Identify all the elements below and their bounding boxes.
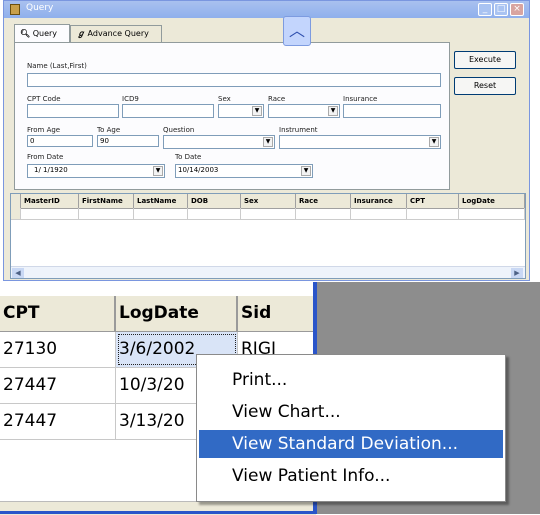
grid-cell[interactable]: [241, 208, 296, 220]
grid-cell[interactable]: [79, 208, 134, 220]
chevron-down-icon[interactable]: ▼: [263, 137, 273, 147]
name-field[interactable]: [27, 73, 441, 87]
menu-item-view-standard-deviation[interactable]: View Standard Deviation...: [199, 430, 503, 458]
question-select[interactable]: [163, 135, 275, 149]
column-header[interactable]: Insurance: [351, 194, 407, 208]
column-header[interactable]: CPT: [407, 194, 459, 208]
column-header-side[interactable]: Sid: [238, 296, 286, 331]
title-bar[interactable]: Query _ □ ×: [4, 1, 529, 18]
tab-query[interactable]: 🔍︎ Query: [14, 24, 70, 42]
window-title: Query: [26, 3, 54, 13]
to-age-field[interactable]: 90: [97, 135, 159, 147]
grid-cell[interactable]: [296, 208, 351, 220]
query-panel: Name (Last,First) CPT Code ICD9 Sex ▼ Ra…: [14, 42, 450, 190]
column-header[interactable]: Race: [296, 194, 351, 208]
chevron-down-icon[interactable]: ▼: [328, 106, 338, 116]
minimize-icon[interactable]: _: [478, 3, 492, 16]
maximize-icon[interactable]: □: [494, 3, 508, 16]
to-date-picker[interactable]: 10/14/2003: [175, 164, 313, 178]
name-label: Name (Last,First): [27, 62, 87, 70]
from-age-field[interactable]: 0: [27, 135, 93, 147]
cell-cpt[interactable]: 27447: [0, 404, 116, 439]
menu-item-view-chart[interactable]: View Chart...: [199, 398, 503, 426]
from-date-label: From Date: [27, 153, 64, 161]
insurance-field[interactable]: [343, 104, 441, 118]
instrument-select[interactable]: [279, 135, 441, 149]
column-header[interactable]: Sex: [241, 194, 296, 208]
column-header-logdate[interactable]: LogDate: [116, 296, 238, 331]
grid-cell[interactable]: [351, 208, 407, 220]
cpt-code-label: CPT Code: [27, 95, 61, 103]
icd9-field[interactable]: [122, 104, 214, 118]
column-header[interactable]: FirstName: [79, 194, 134, 208]
to-age-label: To Age: [97, 126, 121, 134]
cell-cpt[interactable]: 27130: [0, 332, 116, 367]
menu-item-view-patient-info[interactable]: View Patient Info...: [199, 462, 503, 490]
reset-button[interactable]: Reset: [454, 77, 516, 95]
question-label: Question: [163, 126, 195, 134]
grid-cell[interactable]: [134, 208, 188, 220]
menu-item-print[interactable]: Print...: [199, 366, 503, 394]
scroll-right-icon[interactable]: ▶: [511, 268, 523, 278]
chevron-down-icon[interactable]: ▼: [153, 166, 163, 176]
tab-advance-query[interactable]: ℊ Advance Query: [70, 25, 162, 42]
binoculars-icon: 🔍︎: [20, 29, 31, 38]
tab-advance-query-label: Advance Query: [87, 29, 149, 38]
grid-header: CPT LogDate Sid: [0, 296, 316, 332]
scroll-up-icon[interactable]: ︿: [283, 16, 311, 46]
cell-cpt[interactable]: 27447: [0, 368, 116, 403]
race-label: Race: [268, 95, 286, 103]
sex-label: Sex: [218, 95, 231, 103]
column-header[interactable]: DOB: [188, 194, 241, 208]
horizontal-scrollbar[interactable]: ◀ ▶: [11, 266, 525, 278]
grid-cell[interactable]: [459, 208, 525, 220]
context-menu: Print... View Chart... View Standard Dev…: [196, 354, 506, 502]
column-header[interactable]: MasterID: [21, 194, 79, 208]
insurance-label: Insurance: [343, 95, 378, 103]
from-age-label: From Age: [27, 126, 61, 134]
tab-query-label: Query: [32, 29, 58, 38]
icd9-label: ICD9: [122, 95, 139, 103]
column-header-cpt[interactable]: CPT: [0, 296, 116, 331]
grid-cell[interactable]: [188, 208, 241, 220]
instrument-label: Instrument: [279, 126, 318, 134]
grid-header: MasterID FirstName LastName DOB Sex Race…: [11, 194, 525, 209]
chevron-down-icon[interactable]: ▼: [252, 106, 262, 116]
close-icon[interactable]: ×: [510, 3, 524, 16]
scroll-left-icon[interactable]: ◀: [12, 268, 24, 278]
grid-cell[interactable]: [21, 208, 79, 220]
execute-button[interactable]: Execute: [454, 51, 516, 69]
row-selector-header: [11, 194, 21, 208]
results-grid[interactable]: MasterID FirstName LastName DOB Sex Race…: [10, 193, 526, 279]
from-date-picker[interactable]: 1/ 1/1920: [27, 164, 165, 178]
column-header[interactable]: LastName: [134, 194, 188, 208]
row-selector[interactable]: [11, 208, 21, 220]
column-header[interactable]: LogDate: [459, 194, 525, 208]
app-icon: [10, 4, 20, 15]
grid-cell[interactable]: [407, 208, 459, 220]
query-window: Query _ □ × 🔍︎ Query ℊ Advance Query Nam…: [3, 0, 530, 281]
pencil-icon: ℊ: [77, 29, 85, 38]
to-date-label: To Date: [175, 153, 202, 161]
chevron-down-icon[interactable]: ▼: [301, 166, 311, 176]
chevron-down-icon[interactable]: ▼: [429, 137, 439, 147]
cpt-code-field[interactable]: [27, 104, 119, 118]
